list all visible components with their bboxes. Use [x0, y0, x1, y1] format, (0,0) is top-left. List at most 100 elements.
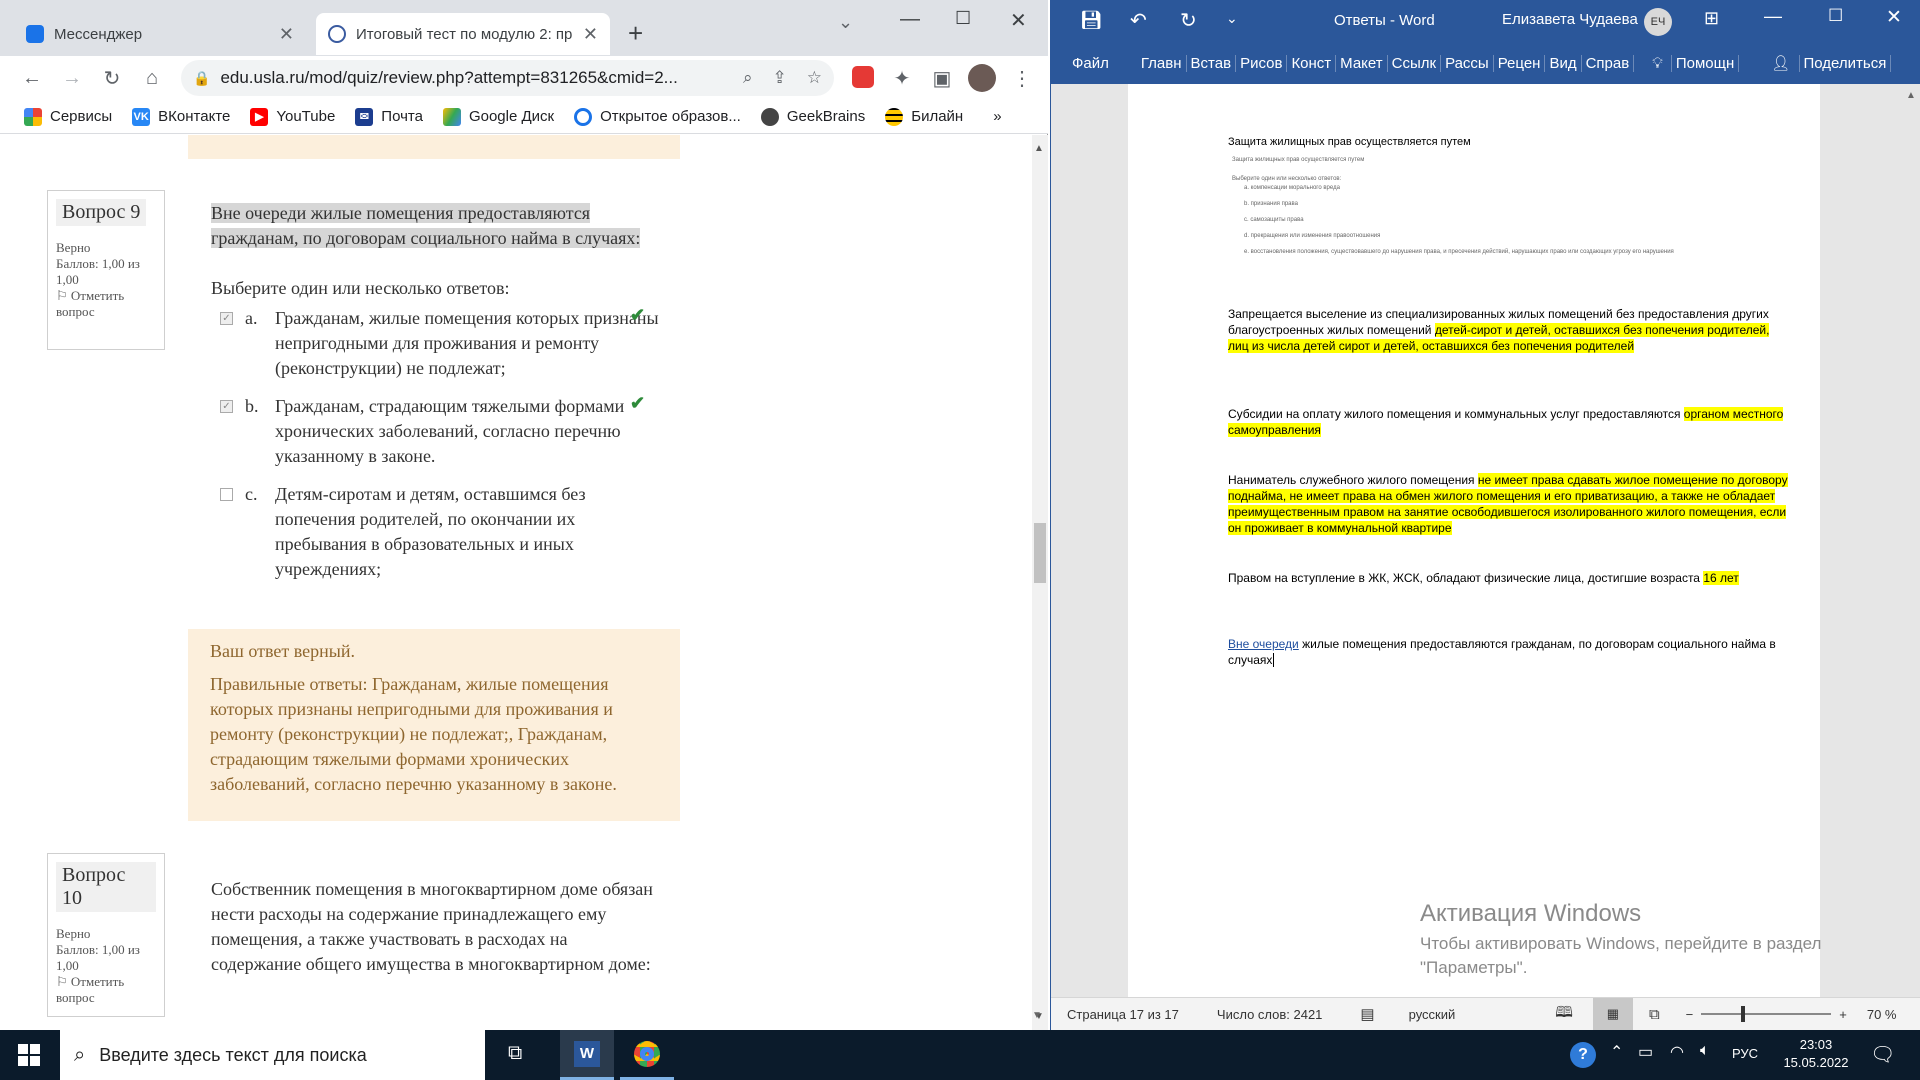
answer-option-c[interactable]: c. Детям-сиротам и детям, оставшимся без… — [220, 482, 660, 582]
tab-file[interactable]: Файл — [1050, 55, 1137, 72]
scroll-up-arrow[interactable]: ▲ — [1034, 143, 1044, 154]
bookmark-services[interactable]: Сервисы — [24, 107, 112, 126]
bookmark-vk[interactable]: VK ВКонтакте — [132, 107, 230, 126]
checkbox-checked[interactable]: ✓ — [220, 312, 233, 325]
menu-dots-icon[interactable]: ⋮ — [1006, 62, 1038, 94]
close-tab-icon[interactable]: ✕ — [279, 24, 294, 45]
clock[interactable]: 23:03 15.05.2022 — [1780, 1036, 1852, 1072]
tab-help[interactable]: Справ — [1582, 54, 1635, 72]
zoom-slider-thumb[interactable] — [1741, 1006, 1746, 1022]
tab-insert[interactable]: Встав — [1187, 54, 1237, 72]
tab-references[interactable]: Ссылк — [1388, 54, 1442, 72]
proofing-icon[interactable]: ▤ — [1360, 1005, 1374, 1023]
bookmark-google-drive[interactable]: Google Диск — [442, 107, 554, 126]
show-hidden-icons[interactable]: ⌃ — [1610, 1042, 1623, 1062]
maximize-button[interactable]: ☐ — [955, 8, 971, 29]
read-mode-icon[interactable]: 🕮︎ — [1555, 1002, 1573, 1027]
ribbon-display-icon[interactable]: ⊞ — [1704, 8, 1719, 29]
battery-icon[interactable]: ▭ — [1638, 1042, 1653, 1062]
zoom-in-button[interactable]: + — [1839, 1007, 1847, 1022]
minimize-button[interactable]: — — [1764, 6, 1782, 27]
taskbar-search[interactable]: ⌕ Введите здесь текст для поиска — [60, 1030, 485, 1080]
save-icon[interactable]: 💾︎ — [1080, 10, 1103, 31]
doc-highlight: 16 лет — [1703, 571, 1739, 585]
tab-messenger[interactable]: Мессенджер ✕ — [14, 13, 306, 55]
page-scrollbar[interactable]: ▲ ▼ — [1032, 135, 1048, 1030]
tab-view[interactable]: Вид — [1545, 54, 1582, 72]
scrollbar-thumb[interactable] — [1034, 523, 1046, 583]
checkbox-checked[interactable]: ✓ — [220, 400, 233, 413]
doc-link[interactable]: Вне очереди — [1228, 637, 1299, 651]
extensions-puzzle-icon[interactable]: ✦ — [886, 62, 918, 94]
input-language[interactable]: РУС — [1732, 1046, 1758, 1061]
word-count[interactable]: Число слов: 2421 — [1217, 1007, 1323, 1022]
taskbar-word-app[interactable]: W — [560, 1030, 614, 1080]
forward-button[interactable]: → — [56, 62, 88, 94]
notifications-icon[interactable]: 🗨︎ — [1870, 1042, 1895, 1067]
task-view-icon[interactable]: ⧉ — [508, 1042, 522, 1065]
star-icon[interactable]: ☆ — [807, 68, 822, 88]
user-name[interactable]: Елизавета Чудаева — [1502, 11, 1638, 28]
zoom-icon[interactable]: ⌕ — [743, 68, 753, 88]
answer-option-b[interactable]: ✓ b. Гражданам, страдающим тяжелыми форм… — [220, 394, 660, 469]
zoom-out-button[interactable]: − — [1686, 1007, 1694, 1022]
taskbar-chrome-app[interactable] — [620, 1030, 674, 1080]
web-layout-icon[interactable]: ⧉ — [1649, 1006, 1660, 1023]
flag-question-link[interactable]: ⚐ Отметить вопрос — [56, 288, 156, 320]
tab-home[interactable]: Главн — [1137, 54, 1187, 72]
close-window-button[interactable]: ✕ — [1886, 6, 1902, 29]
quick-access-dropdown-icon[interactable]: ⌄ — [1226, 10, 1238, 27]
extension-icon[interactable] — [852, 66, 874, 88]
embedded-option: e. восстановления положения, существовав… — [1244, 249, 1674, 255]
bookmark-mail[interactable]: ✉ Почта — [355, 107, 423, 126]
language[interactable]: русский — [1409, 1007, 1456, 1022]
bookmark-beeline[interactable]: Билайн — [885, 107, 964, 126]
home-button[interactable]: ⌂ — [136, 62, 168, 94]
tab-draw[interactable]: Рисов — [1236, 54, 1288, 72]
bookmark-label: Билайн — [911, 108, 964, 125]
tab-review[interactable]: Рецен — [1494, 54, 1546, 72]
mail-icon: ✉ — [355, 107, 374, 126]
share-icon[interactable]: ⇪ — [773, 68, 787, 88]
back-button[interactable]: ← — [16, 62, 48, 94]
side-panel-icon[interactable]: ▣ — [926, 62, 958, 94]
windows-start-icon[interactable] — [18, 1044, 40, 1066]
activation-title: Активация Windows — [1420, 900, 1642, 927]
tab-quiz[interactable]: Итоговый тест по модулю 2: пр ✕ — [316, 13, 610, 55]
bookmarks-more-button[interactable]: » — [993, 108, 1001, 125]
tab-layout[interactable]: Макет — [1336, 54, 1388, 72]
word-scroll-up-arrow[interactable]: ▲ — [1906, 90, 1916, 101]
checkbox-unchecked[interactable] — [220, 488, 233, 501]
tab-mailings[interactable]: Рассы — [1441, 54, 1494, 72]
page-counter[interactable]: Страница 17 из 17 — [1067, 1007, 1179, 1022]
answer-option-a[interactable]: ✓ a. Гражданам, жилые помещения которых … — [220, 306, 660, 381]
redo-icon[interactable]: ↻ — [1180, 8, 1197, 33]
help-icon[interactable]: ? — [1570, 1042, 1596, 1068]
tab-search-icon[interactable]: ⌄ — [838, 12, 853, 33]
address-bar[interactable]: 🔒 edu.usla.ru/mod/quiz/review.php?attemp… — [181, 60, 834, 96]
bookmark-open-education[interactable]: Открытое образов... — [574, 107, 741, 126]
close-window-button[interactable]: ✕ — [1010, 8, 1027, 33]
share-button[interactable]: 👤︎ Поделиться — [1743, 54, 1895, 72]
tell-me-button[interactable]: 💡︎ Помощн — [1634, 54, 1743, 72]
wifi-icon[interactable]: ◠ — [1670, 1042, 1684, 1062]
flag-question-link[interactable]: ⚐ Отметить вопрос — [56, 974, 156, 1006]
user-avatar[interactable]: ЕЧ — [1644, 8, 1672, 36]
close-tab-icon[interactable]: ✕ — [583, 24, 598, 45]
bookmark-youtube[interactable]: ▶ YouTube — [250, 107, 335, 126]
undo-icon[interactable]: ↶ — [1130, 8, 1147, 33]
volume-icon[interactable]: 🔈︎ — [1700, 1042, 1710, 1060]
avatar[interactable] — [968, 64, 996, 92]
zoom-level[interactable]: 70 % — [1867, 1007, 1897, 1022]
zoom-slider[interactable] — [1701, 1006, 1832, 1022]
maximize-button[interactable]: ☐ — [1828, 6, 1843, 26]
reload-button[interactable]: ↻ — [96, 62, 128, 94]
tab-design[interactable]: Конст — [1287, 54, 1337, 72]
minimize-button[interactable]: — — [900, 8, 920, 31]
print-layout-icon[interactable]: ▦ — [1592, 997, 1633, 1031]
new-tab-button[interactable]: + — [628, 18, 643, 49]
feedback-title: Ваш ответ верный. — [210, 641, 355, 661]
word-scroll-down-arrow[interactable]: ▼ — [1032, 1010, 1042, 1021]
bookmark-geekbrains[interactable]: GeekBrains — [760, 107, 865, 126]
word-document-page[interactable]: Защита жилищных прав осуществляется путе… — [1128, 84, 1820, 997]
